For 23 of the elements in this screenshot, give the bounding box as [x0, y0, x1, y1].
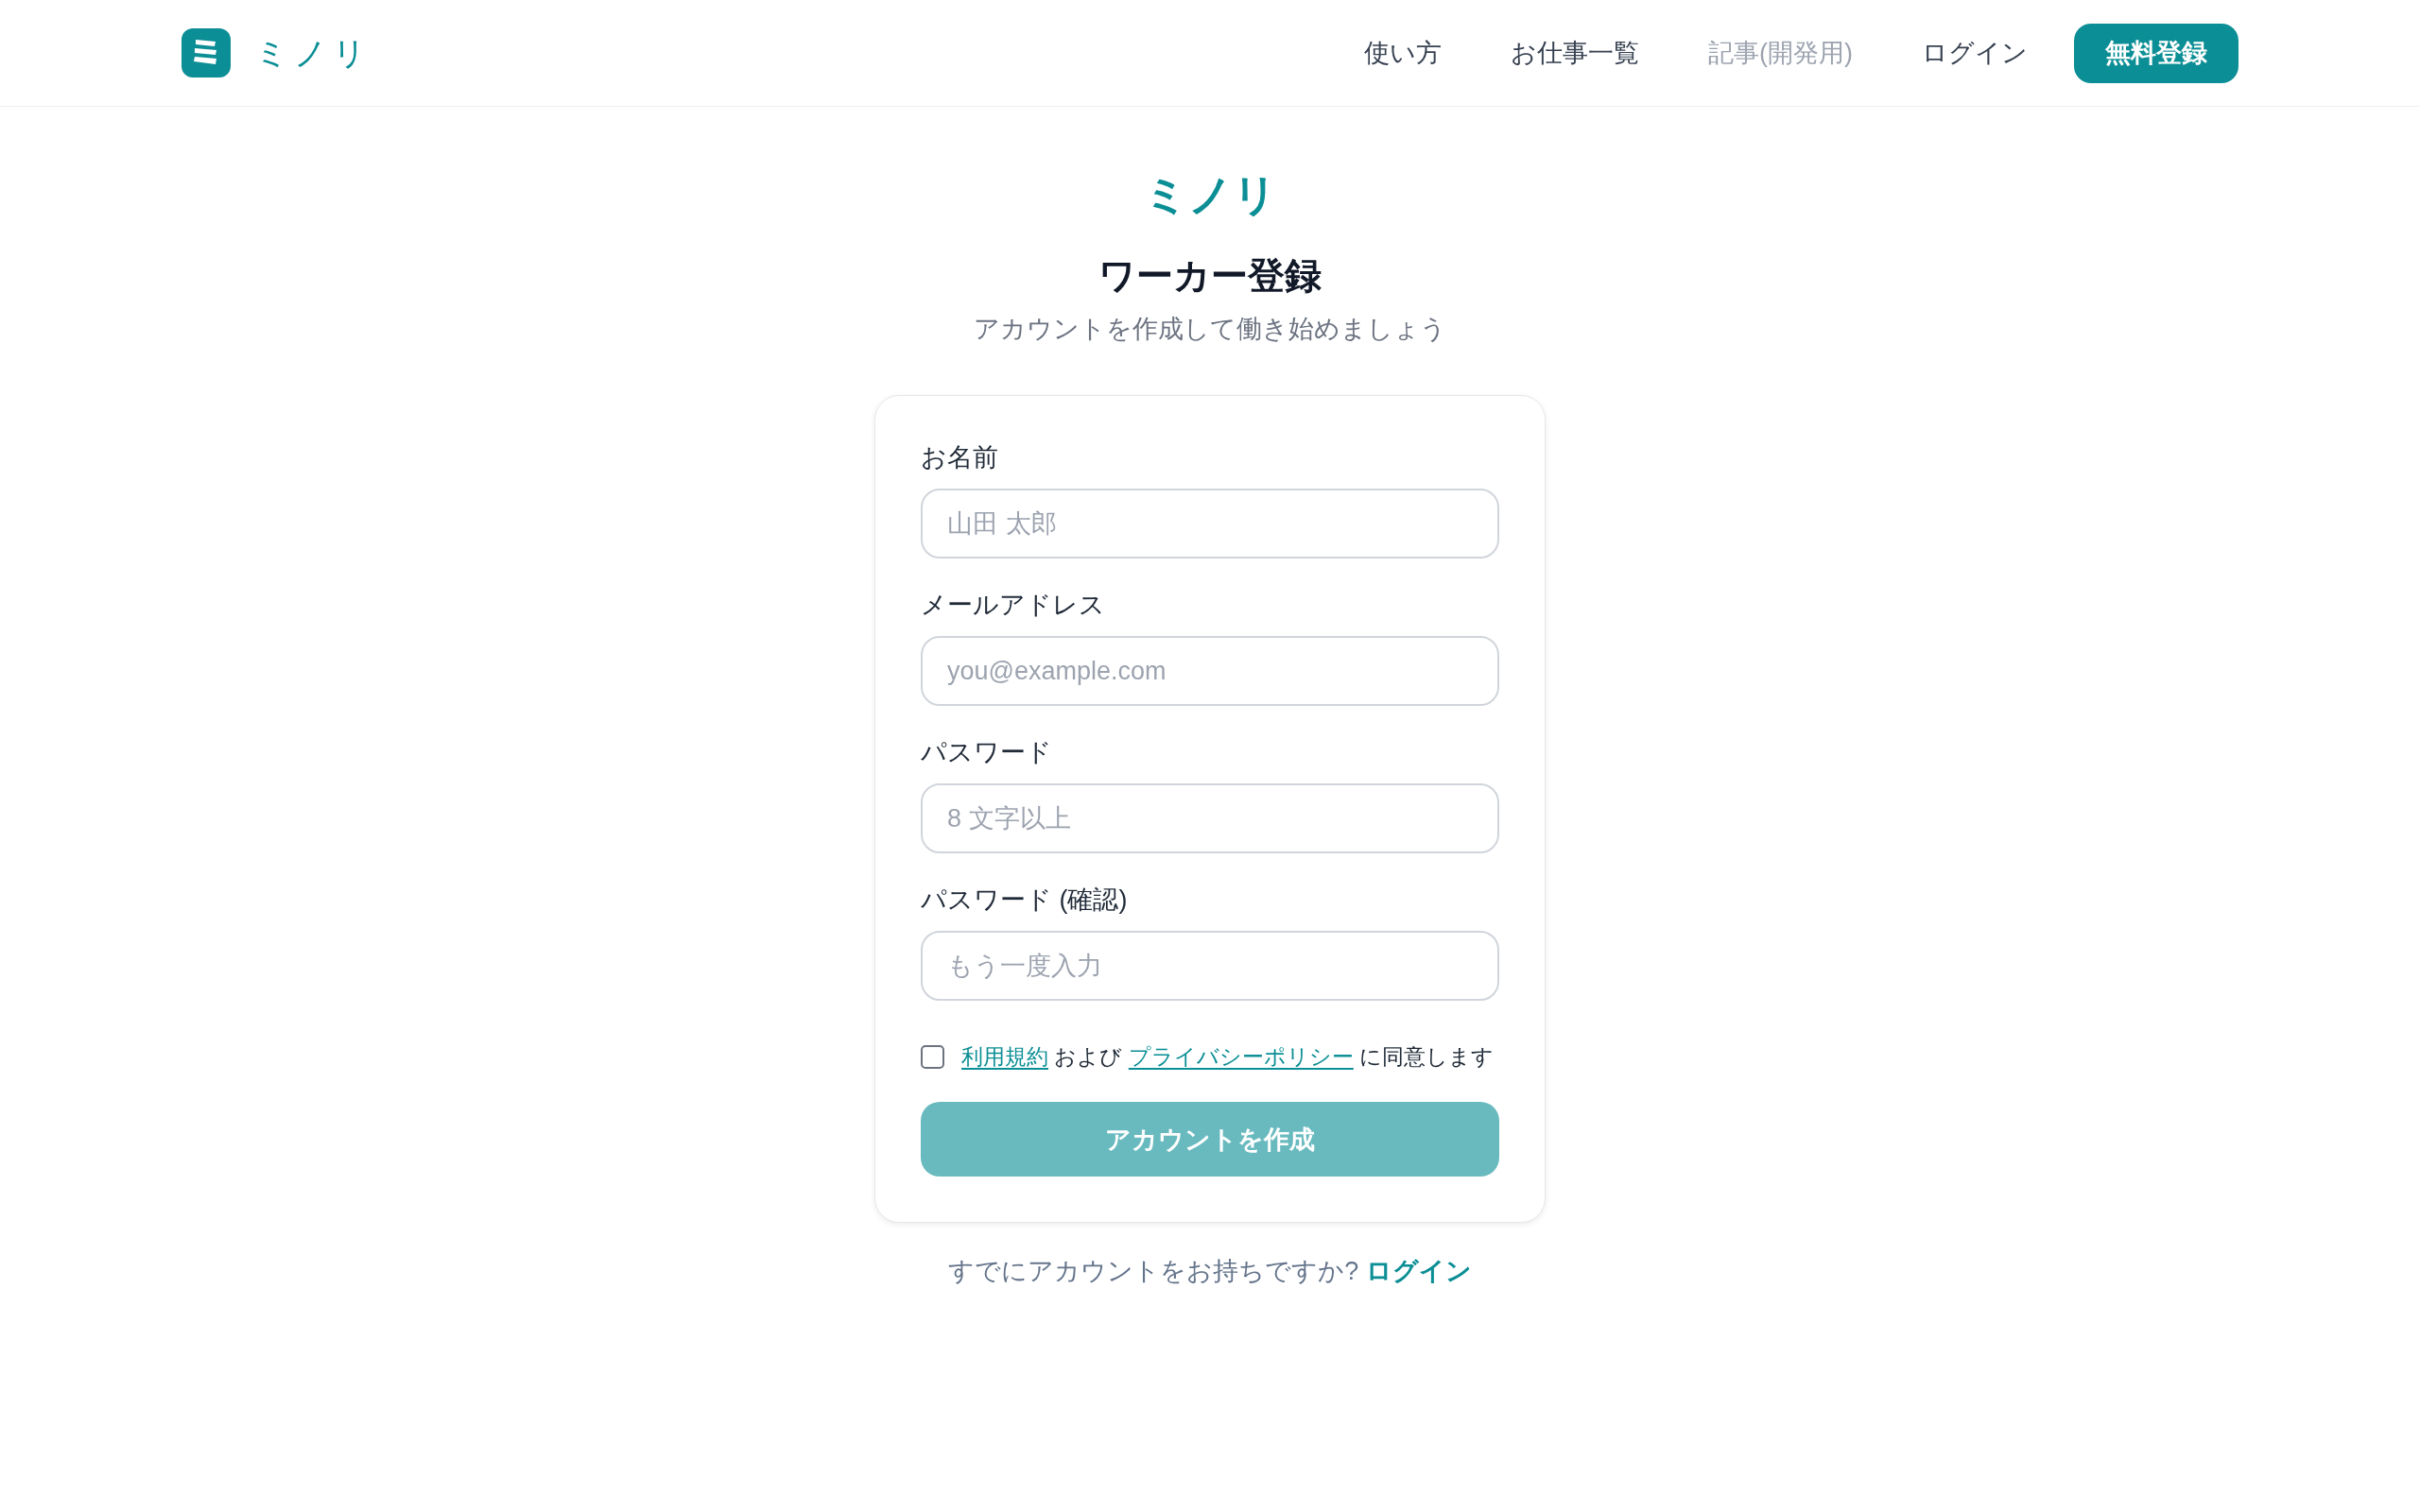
brand-wordmark: ミノリ	[1143, 169, 1277, 221]
nav-link[interactable]: 使い方	[1364, 36, 1442, 70]
logo-icon	[182, 28, 231, 77]
nav-link[interactable]: ログイン	[1922, 36, 2028, 70]
input-field[interactable]: 8 文字以上	[921, 783, 1499, 853]
login-prompt-text: すでにアカウントをお持ちですか? ログイン	[948, 1256, 1472, 1287]
logo-text: ミノリ	[255, 34, 372, 73]
terms-agreement-text: 利用規約 および プライバシーポリシー に同意します	[961, 1043, 1495, 1071]
input-field[interactable]: 山田 太郎	[921, 489, 1499, 558]
input-field[interactable]: もう一度入力	[921, 931, 1499, 1001]
nav-link[interactable]: お仕事一覧	[1511, 36, 1639, 70]
field-label: お名前	[921, 442, 999, 473]
checkbox[interactable]	[921, 1044, 944, 1069]
field-label: パスワード (確認)	[921, 885, 1129, 916]
signup-button[interactable]: 無料登録	[2074, 23, 2238, 83]
login-link[interactable]: ログイン	[1365, 1257, 1472, 1285]
terms-link[interactable]: 利用規約	[961, 1044, 1048, 1069]
page-subtitle: アカウントを作成して働き始めましょう	[974, 314, 1446, 345]
input-field[interactable]: you@example.com	[921, 636, 1499, 706]
terms-link[interactable]: プライバシーポリシー	[1128, 1044, 1354, 1069]
field-label: メールアドレス	[921, 590, 1106, 621]
field-label: パスワード	[921, 737, 1053, 768]
page-title: ワーカー登録	[1098, 254, 1322, 298]
